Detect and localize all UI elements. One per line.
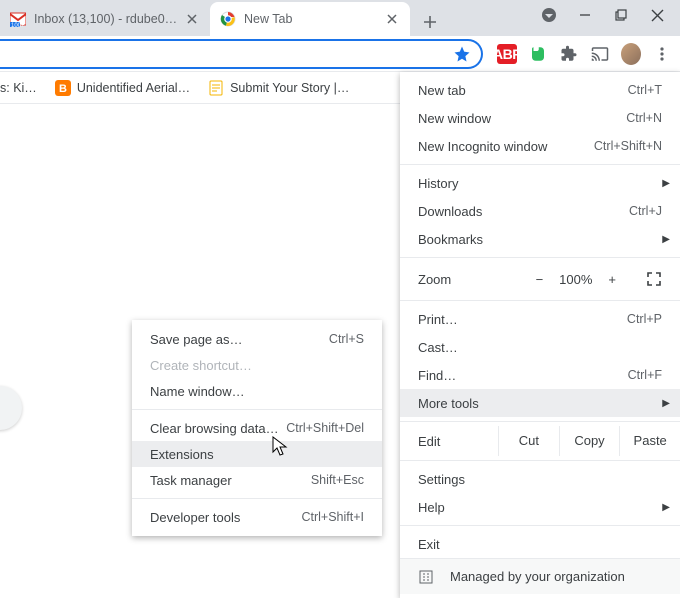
submenu-name-window[interactable]: Name window…: [132, 378, 382, 404]
toolbar: ABP: [0, 36, 680, 72]
tab-inbox[interactable]: 100+ Inbox (13,100) - rdube02@: [0, 2, 210, 36]
new-tab-button[interactable]: [416, 8, 444, 36]
window-controls: [526, 0, 680, 36]
account-icon[interactable]: [540, 6, 558, 24]
chevron-right-icon: ▶: [662, 234, 670, 245]
menu-help[interactable]: Help▶: [400, 493, 680, 521]
edit-cut-button[interactable]: Cut: [498, 426, 559, 456]
bookmark-item[interactable]: s: Ki…: [0, 81, 37, 95]
more-tools-submenu: Save page as…Ctrl+S Create shortcut… Nam…: [132, 320, 382, 536]
menu-exit[interactable]: Exit: [400, 530, 680, 558]
chrome-menu-button[interactable]: [652, 44, 672, 64]
menu-new-tab[interactable]: New tabCtrl+T: [400, 76, 680, 104]
omnibox[interactable]: [0, 39, 483, 69]
svg-text:B: B: [59, 83, 67, 95]
edit-paste-button[interactable]: Paste: [619, 426, 680, 456]
maximize-icon[interactable]: [612, 6, 630, 24]
close-window-icon[interactable]: [648, 6, 666, 24]
extension-icons: ABP: [489, 44, 680, 64]
close-icon[interactable]: [184, 11, 200, 27]
tab-label: Inbox (13,100) - rdube02@: [34, 12, 184, 26]
adblock-icon[interactable]: ABP: [497, 44, 517, 64]
minimize-icon[interactable]: [576, 6, 594, 24]
fullscreen-icon[interactable]: [646, 271, 662, 287]
close-icon[interactable]: [384, 11, 400, 27]
menu-print[interactable]: Print…Ctrl+P: [400, 305, 680, 333]
menu-edit-row: Edit Cut Copy Paste: [400, 426, 680, 456]
menu-settings[interactable]: Settings: [400, 465, 680, 493]
menu-bookmarks[interactable]: Bookmarks▶: [400, 225, 680, 253]
bookmark-item[interactable]: Submit Your Story |…: [208, 80, 349, 96]
cast-icon[interactable]: [590, 44, 610, 64]
bookmark-item[interactable]: B Unidentified Aerial…: [55, 80, 190, 96]
customize-button[interactable]: [0, 386, 22, 430]
menu-more-tools[interactable]: More tools▶: [400, 389, 680, 417]
submenu-developer-tools[interactable]: Developer toolsCtrl+Shift+I: [132, 504, 382, 530]
chrome-icon: [220, 11, 236, 27]
zoom-out-button[interactable]: −: [536, 272, 544, 287]
extensions-icon[interactable]: [559, 44, 579, 64]
menu-cast[interactable]: Cast…: [400, 333, 680, 361]
menu-zoom: Zoom − 100% +: [400, 262, 680, 296]
menu-history[interactable]: History▶: [400, 169, 680, 197]
tab-label: New Tab: [244, 12, 384, 26]
avatar[interactable]: [621, 44, 641, 64]
menu-managed[interactable]: Managed by your organization: [400, 558, 680, 594]
menu-downloads[interactable]: DownloadsCtrl+J: [400, 197, 680, 225]
tab-newtab[interactable]: New Tab: [210, 2, 410, 36]
chrome-menu: New tabCtrl+T New windowCtrl+N New Incog…: [400, 72, 680, 598]
note-icon: [208, 80, 224, 96]
gmail-icon: 100+: [10, 11, 26, 27]
chevron-right-icon: ▶: [662, 502, 670, 513]
menu-new-window[interactable]: New windowCtrl+N: [400, 104, 680, 132]
menu-incognito[interactable]: New Incognito windowCtrl+Shift+N: [400, 132, 680, 160]
submenu-extensions[interactable]: Extensions: [132, 441, 382, 467]
submenu-create-shortcut: Create shortcut…: [132, 352, 382, 378]
chevron-right-icon: ▶: [662, 178, 670, 189]
chevron-right-icon: ▶: [662, 398, 670, 409]
submenu-clear-data[interactable]: Clear browsing data…Ctrl+Shift+Del: [132, 415, 382, 441]
submenu-task-manager[interactable]: Task managerShift+Esc: [132, 467, 382, 493]
submenu-save-page[interactable]: Save page as…Ctrl+S: [132, 326, 382, 352]
menu-find[interactable]: Find…Ctrl+F: [400, 361, 680, 389]
organization-icon: [418, 569, 436, 585]
zoom-in-button[interactable]: +: [608, 272, 616, 287]
tab-strip: 100+ Inbox (13,100) - rdube02@ New Tab: [0, 0, 526, 36]
titlebar: 100+ Inbox (13,100) - rdube02@ New Tab: [0, 0, 680, 36]
zoom-value: 100%: [559, 272, 592, 287]
svg-text:100+: 100+: [11, 23, 25, 27]
bookmark-star-icon[interactable]: [453, 45, 471, 63]
evernote-icon[interactable]: [528, 44, 548, 64]
edit-copy-button[interactable]: Copy: [559, 426, 620, 456]
blogger-icon: B: [55, 80, 71, 96]
